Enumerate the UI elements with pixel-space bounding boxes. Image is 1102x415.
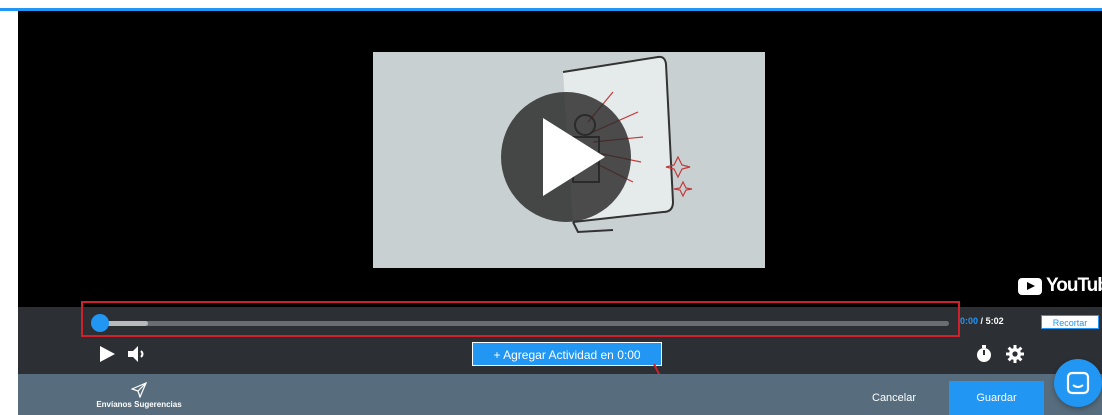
chat-icon[interactable] — [1054, 359, 1102, 407]
send-icon — [130, 381, 148, 399]
timer-icon[interactable] — [976, 345, 992, 368]
video-thumbnail[interactable] — [373, 52, 765, 268]
volume-icon[interactable] — [127, 345, 149, 368]
video-player[interactable]: YouTube — [18, 11, 1102, 307]
play-icon[interactable] — [100, 346, 115, 362]
gear-icon[interactable] — [1006, 345, 1024, 368]
cancel-button[interactable]: Cancelar — [872, 392, 916, 404]
save-button[interactable]: Guardar — [949, 381, 1044, 415]
time-display: 0:00 / 5:02 — [960, 316, 1004, 326]
play-overlay-button[interactable] — [501, 92, 631, 222]
suggestions-label: Envíanos Sugerencias — [96, 400, 182, 409]
youtube-play-badge — [1018, 277, 1042, 295]
current-time: 0:00 — [960, 316, 979, 326]
youtube-logo-icon[interactable]: YouTube — [1018, 275, 1102, 297]
suggestions-button[interactable]: Envíanos Sugerencias — [89, 381, 189, 409]
trim-button[interactable]: Recortar — [1041, 315, 1099, 329]
youtube-brand-text: YouTube — [1046, 275, 1102, 296]
seek-bar-highlight — [81, 301, 960, 337]
duration: 5:02 — [985, 316, 1004, 326]
add-activity-button[interactable]: + Agregar Actividad en 0:00 — [472, 342, 662, 366]
play-icon — [543, 118, 605, 196]
time-separator: / — [980, 316, 984, 326]
